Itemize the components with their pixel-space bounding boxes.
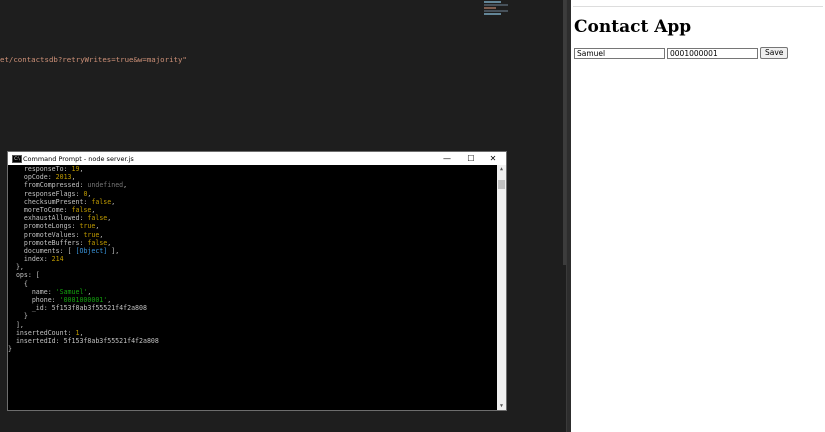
terminal-line: { <box>8 280 497 288</box>
minimap[interactable] <box>484 0 508 20</box>
terminal-line: opCode: 2013, <box>8 173 497 181</box>
terminal-token: true <box>83 230 100 239</box>
terminal-token: exhaustAllowed: <box>8 214 88 223</box>
terminal-line: insertedId: 5f153f8ab3f55521f4f2a808 <box>8 337 497 345</box>
terminal-token: , <box>79 165 84 173</box>
terminal-token: , <box>123 181 128 190</box>
terminal-token: _id: 5f153f8ab3f55521f4f2a808 <box>8 304 147 313</box>
terminal-token: { <box>8 279 28 288</box>
terminal-token: opCode: <box>8 173 56 182</box>
terminal-line: exhaustAllowed: false, <box>8 214 497 222</box>
close-icon[interactable]: ✕ <box>482 152 504 165</box>
terminal-token: moreToCome: <box>8 205 72 214</box>
terminal-token: , <box>107 214 112 223</box>
terminal-line: } <box>8 345 497 353</box>
terminal-token: , <box>91 205 96 214</box>
terminal-token: false <box>87 214 108 223</box>
scroll-down-icon[interactable]: ▼ <box>497 402 506 410</box>
terminal-token: [Object] <box>75 246 108 255</box>
scroll-up-icon[interactable]: ▲ <box>497 165 506 173</box>
save-button[interactable]: Save <box>760 47 789 59</box>
terminal-token: }, <box>8 263 24 272</box>
editor-code-line: et/contactsdb?retryWrites=true&w=majorit… <box>0 55 187 64</box>
terminal-token: } <box>8 345 12 354</box>
terminal-titlebar[interactable]: C:\ Command Prompt - node server.js — ☐ … <box>8 152 506 165</box>
terminal-token: promoteLongs: <box>8 222 80 231</box>
address-bar[interactable] <box>573 0 823 7</box>
command-prompt-window[interactable]: C:\ Command Prompt - node server.js — ☐ … <box>7 151 507 411</box>
terminal-token: false <box>71 205 92 214</box>
terminal-icon: C:\ <box>12 155 22 163</box>
terminal-token: promoteValues: <box>8 230 84 239</box>
terminal-line: ], <box>8 321 497 329</box>
terminal-line: documents: [ [Object] ], <box>8 247 497 255</box>
terminal-token: } <box>8 312 28 321</box>
terminal-line: promoteValues: true, <box>8 231 497 239</box>
terminal-line: responseTo: 19, <box>8 165 497 173</box>
terminal-token: 2013 <box>55 173 72 182</box>
terminal-token: phone: <box>8 296 60 304</box>
terminal-token: ops: [ <box>8 271 40 280</box>
terminal-line: }, <box>8 263 497 271</box>
terminal-token: , <box>99 230 104 239</box>
terminal-token: responseFlags: <box>8 189 84 198</box>
terminal-line: ops: [ <box>8 271 497 279</box>
terminal-line: checksumPresent: false, <box>8 198 497 206</box>
browser-window: Contact App Samuel 0001000001 Save <box>571 0 825 432</box>
page-title: Contact App <box>574 17 692 37</box>
terminal-token: false <box>91 197 112 206</box>
terminal-token: true <box>79 222 96 231</box>
minimize-icon[interactable]: — <box>436 152 458 165</box>
terminal-token: fromCompressed: <box>8 181 88 190</box>
terminal-token: '0001000001' <box>59 296 108 304</box>
terminal-line: promoteBuffers: false, <box>8 239 497 247</box>
terminal-token: 214 <box>51 255 64 264</box>
scroll-thumb[interactable] <box>498 180 505 189</box>
phone-input[interactable]: 0001000001 <box>667 48 758 59</box>
terminal-token: , <box>95 222 100 231</box>
terminal-token: false <box>87 238 108 247</box>
terminal-token: , <box>111 197 116 206</box>
maximize-icon[interactable]: ☐ <box>460 152 482 165</box>
terminal-line: promoteLongs: true, <box>8 222 497 230</box>
terminal-token: checksumPresent: <box>8 197 92 206</box>
terminal-output[interactable]: responseTo: 19, opCode: 2013, fromCompre… <box>8 165 497 410</box>
terminal-line: name: 'Samuel', <box>8 288 497 296</box>
terminal-token: , <box>79 328 84 337</box>
terminal-token: promoteBuffers: <box>8 238 88 247</box>
terminal-token: index: <box>8 255 52 264</box>
terminal-line: responseFlags: 0, <box>8 190 497 198</box>
terminal-line: _id: 5f153f8ab3f55521f4f2a808 <box>8 304 497 312</box>
terminal-token: ], <box>107 246 120 255</box>
terminal-token: documents: [ <box>8 246 76 255</box>
terminal-line: } <box>8 312 497 320</box>
terminal-token: ], <box>8 320 24 329</box>
terminal-token: , <box>87 287 92 296</box>
name-input[interactable]: Samuel <box>574 48 665 59</box>
terminal-token: insertedCount: <box>8 328 76 337</box>
terminal-token: undefined <box>87 181 124 190</box>
terminal-token: , <box>71 173 76 182</box>
terminal-token: , <box>107 296 112 304</box>
terminal-title: Command Prompt - node server.js <box>23 155 134 163</box>
terminal-token: name: <box>8 287 56 296</box>
terminal-line: index: 214 <box>8 255 497 263</box>
terminal-line: phone: '0001000001', <box>8 296 497 304</box>
terminal-line: fromCompressed: undefined, <box>8 181 497 189</box>
terminal-token: 'Samuel' <box>55 287 88 296</box>
terminal-token: , <box>87 189 92 198</box>
terminal-token: , <box>107 238 112 247</box>
terminal-line: moreToCome: false, <box>8 206 497 214</box>
terminal-line: insertedCount: 1, <box>8 329 497 337</box>
terminal-scrollbar[interactable]: ▲ ▼ <box>497 165 506 410</box>
terminal-token: responseTo: <box>8 165 72 173</box>
terminal-token: insertedId: 5f153f8ab3f55521f4f2a808 <box>8 336 159 345</box>
